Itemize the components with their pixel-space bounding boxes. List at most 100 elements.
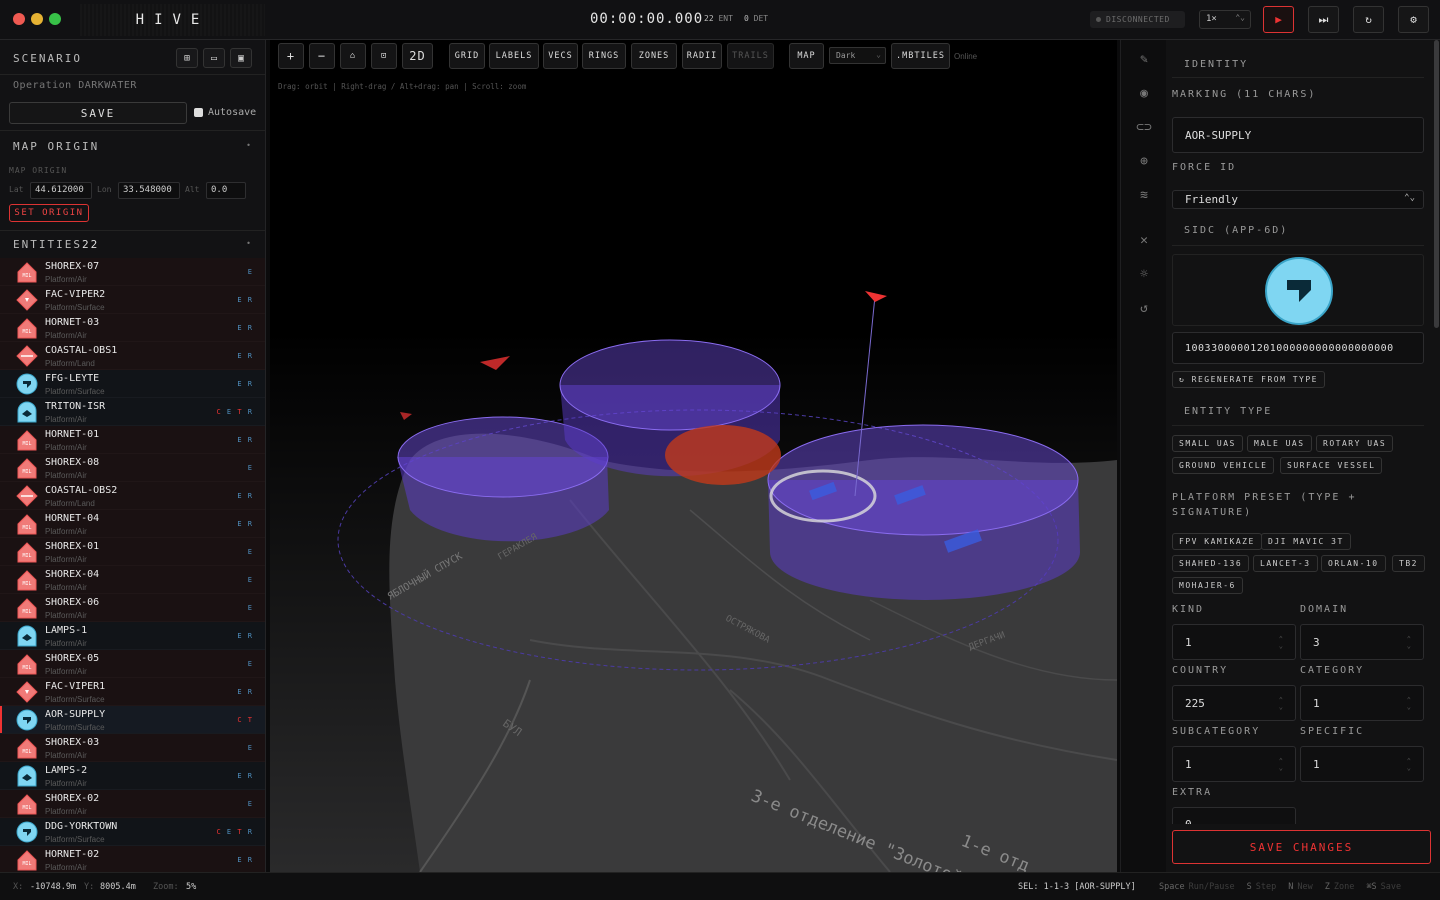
settings-button[interactable]: ⚙ <box>1398 6 1429 33</box>
entity-row[interactable]: MIL SHOREX-07 Platform/Air E <box>0 258 265 286</box>
zones-toggle[interactable]: ZONES <box>631 43 677 69</box>
save-button[interactable]: SAVE <box>9 102 187 124</box>
entity-row[interactable]: COASTAL-OBS1 Platform/Land E R <box>0 342 265 370</box>
preset-tb2[interactable]: TB2 <box>1392 555 1425 572</box>
grid-toggle[interactable]: GRID <box>449 43 485 69</box>
friendly-surface-icon <box>16 821 38 843</box>
set-origin-button[interactable]: SET ORIGIN <box>9 204 89 222</box>
lon-label: Lon <box>97 185 112 194</box>
new-file-button[interactable]: ⊞ <box>176 48 198 68</box>
entity-row[interactable]: AOR-SUPPLY Platform/Surface C T <box>0 706 265 734</box>
country-input[interactable]: 225 ⌃ ⌄ <box>1172 685 1296 721</box>
kind-input[interactable]: 1 ⌃ ⌄ <box>1172 624 1296 660</box>
entity-row[interactable]: FFG-LEYTE Platform/Surface E R <box>0 370 265 398</box>
map-viewport[interactable]: ЯБЛОЧНЫЙ СПУСК ГЕРАКЛЕЯ ОСТРЯКОВА ДЕРГАЧ… <box>270 40 1117 872</box>
entity-row[interactable]: MIL HORNET-03 Platform/Air E R <box>0 314 265 342</box>
entity-row[interactable]: FAC-VIPER1 Platform/Surface E R <box>0 678 265 706</box>
radii-toggle[interactable]: RADII <box>682 43 722 69</box>
entity-row[interactable]: MIL SHOREX-01 Platform/Air E <box>0 538 265 566</box>
preset-dji-mavic[interactable]: DJI MAVIC 3T <box>1261 533 1351 550</box>
entity-row[interactable]: MIL SHOREX-06 Platform/Air E <box>0 594 265 622</box>
entity-type-surface-vessel[interactable]: SURFACE VESSEL <box>1280 457 1383 474</box>
mbtiles-button[interactable]: .MBTILES <box>891 43 950 69</box>
preset-fpv-kamikaze[interactable]: FPV KAMIKAZE <box>1172 533 1262 550</box>
link-icon[interactable]: ⊂⊃ <box>1135 120 1153 138</box>
lon-input[interactable]: 33.548000 <box>118 182 180 199</box>
entity-row[interactable]: MIL SHOREX-02 Platform/Air E <box>0 790 265 818</box>
shortcut-action: New <box>1297 882 1313 892</box>
entity-row[interactable]: MIL SHOREX-03 Platform/Air E <box>0 734 265 762</box>
sim-clock: 00:00:00.000 <box>590 11 704 27</box>
entity-type-male-uas[interactable]: MALE UAS <box>1247 435 1312 452</box>
pencil-icon[interactable]: ✎ <box>1135 52 1153 70</box>
preset-orlan[interactable]: ORLAN-10 <box>1321 555 1386 572</box>
map-canvas[interactable]: ЯБЛОЧНЫЙ СПУСК ГЕРАКЛЕЯ ОСТРЯКОВА ДЕРГАЧ… <box>270 40 1117 872</box>
entity-row[interactable]: MIL SHOREX-05 Platform/Air E <box>0 650 265 678</box>
map-toggle[interactable]: MAP <box>789 43 824 69</box>
fit-view-button[interactable]: ⊡ <box>371 43 397 69</box>
save-changes-button[interactable]: SAVE CHANGES <box>1172 830 1431 864</box>
open-folder-button[interactable]: ▭ <box>203 48 225 68</box>
home-button[interactable]: ⌂ <box>340 43 366 69</box>
hostile-air-icon: MIL <box>16 457 38 479</box>
alt-input[interactable]: 0.0 <box>206 182 246 199</box>
entity-row[interactable]: MIL HORNET-04 Platform/Air E R <box>0 510 265 538</box>
shortcut-key: Z <box>1324 882 1330 892</box>
entity-row[interactable]: MIL HORNET-02 Platform/Air E R <box>0 846 265 872</box>
sidc-label: SIDC (APP-6D) <box>1184 225 1289 236</box>
save-file-button[interactable]: ▣ <box>230 48 252 68</box>
entity-row[interactable]: LAMPS-2 Platform/Air E R <box>0 762 265 790</box>
category-input[interactable]: 1 ⌃ ⌄ <box>1300 685 1424 721</box>
collapse-caret-icon[interactable]: • <box>246 239 251 248</box>
entity-row[interactable]: MIL SHOREX-04 Platform/Air E <box>0 566 265 594</box>
entity-row[interactable]: COASTAL-OBS2 Platform/Land E R <box>0 482 265 510</box>
entity-row[interactable]: MIL HORNET-01 Platform/Air E R <box>0 426 265 454</box>
signal-icon[interactable]: ◉ <box>1135 86 1153 104</box>
entity-type-rotary-uas[interactable]: ROTARY UAS <box>1316 435 1394 452</box>
entity-type-ground-vehicle[interactable]: GROUND VEHICLE <box>1172 457 1275 474</box>
domain-input[interactable]: 3 ⌃ ⌄ <box>1300 624 1424 660</box>
specific-input[interactable]: 1 ⌃ ⌄ <box>1300 746 1424 782</box>
marking-input[interactable]: AOR-SUPPLY <box>1172 117 1424 153</box>
settings-icon[interactable]: ☼ <box>1135 267 1153 285</box>
lat-input[interactable]: 44.612000 <box>30 182 92 199</box>
entity-name: HORNET-01 <box>45 429 100 440</box>
step-button[interactable]: ⏭ <box>1308 6 1339 33</box>
entity-row[interactable]: FAC-VIPER2 Platform/Surface E R <box>0 286 265 314</box>
force-id-select[interactable]: Friendly ⌃⌄ <box>1172 190 1424 209</box>
subcategory-input[interactable]: 1 ⌃ ⌄ <box>1172 746 1296 782</box>
entity-type-small-uas[interactable]: SMALL UAS <box>1172 435 1243 452</box>
minimize-window-dot[interactable] <box>31 13 43 25</box>
entity-type: Platform/Air <box>45 471 87 480</box>
regenerate-button[interactable]: ↻ REGENERATE FROM TYPE <box>1172 371 1325 388</box>
trails-toggle[interactable]: TRAILS <box>727 43 774 69</box>
entity-row[interactable]: LAMPS-1 Platform/Air E R <box>0 622 265 650</box>
entity-row[interactable]: MIL SHOREX-08 Platform/Air E <box>0 454 265 482</box>
view-mode-toggle[interactable]: 2D <box>402 43 433 69</box>
shortcut-key: Space <box>1159 882 1185 892</box>
preset-lancet[interactable]: LANCET-3 <box>1253 555 1318 572</box>
vecs-toggle[interactable]: VECS <box>543 43 578 69</box>
preset-shahed[interactable]: SHAHED-136 <box>1172 555 1250 572</box>
close-x-icon[interactable]: ✕ <box>1135 233 1153 251</box>
collapse-caret-icon[interactable]: • <box>246 141 251 150</box>
map-theme-select[interactable]: Dark ⌄ <box>829 47 886 64</box>
history-icon[interactable]: ↺ <box>1135 301 1153 319</box>
rings-toggle[interactable]: RINGS <box>582 43 626 69</box>
entity-row[interactable]: DDG-YORKTOWN Platform/Surface C E T R <box>0 818 265 846</box>
layers-icon[interactable]: ≋ <box>1135 188 1153 206</box>
preset-mohajer[interactable]: MOHAJER-6 <box>1172 577 1243 594</box>
speed-select[interactable]: 1× ⌃⌄ <box>1199 10 1251 29</box>
zoom-out-button[interactable]: − <box>309 43 335 69</box>
panel-scrollbar[interactable] <box>1434 40 1439 328</box>
play-button[interactable]: ▶ <box>1263 6 1294 33</box>
autosave-toggle[interactable]: Autosave <box>194 107 256 118</box>
entity-row[interactable]: TRITON-ISR Platform/Air C E T R <box>0 398 265 426</box>
reset-button[interactable]: ↻ <box>1353 6 1384 33</box>
sidc-input[interactable]: 10033000001201000000000000000000 <box>1172 332 1424 364</box>
labels-toggle[interactable]: LABELS <box>489 43 539 69</box>
zoom-in-button[interactable]: + <box>278 43 304 69</box>
target-icon[interactable]: ⊕ <box>1135 154 1153 172</box>
maximize-window-dot[interactable] <box>49 13 61 25</box>
close-window-dot[interactable] <box>13 13 25 25</box>
